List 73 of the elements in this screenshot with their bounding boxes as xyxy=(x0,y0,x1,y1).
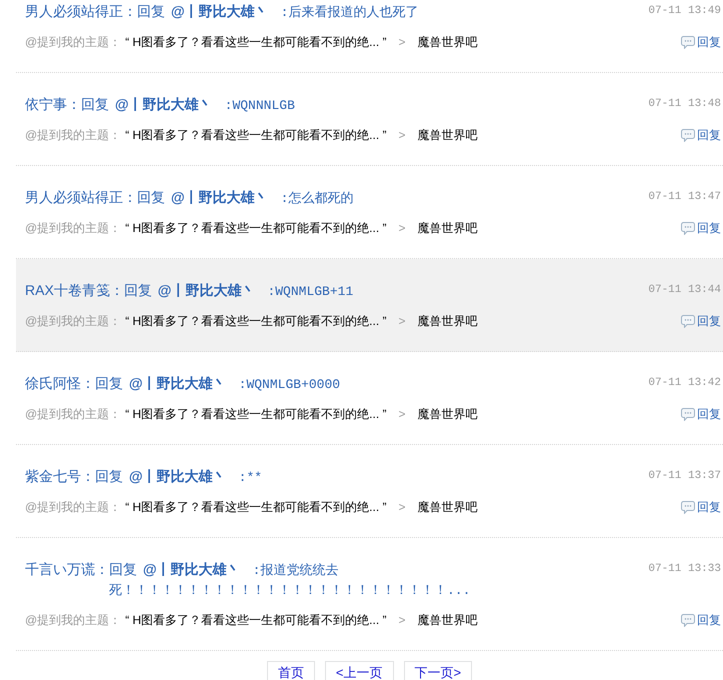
speech-bubble-icon xyxy=(681,222,695,234)
speech-bubble-icon xyxy=(681,408,695,420)
topic-label: @提到我的主题： xyxy=(25,313,122,330)
timestamp: 07-11 13:49 xyxy=(648,4,721,19)
speech-bubble-icon xyxy=(681,128,695,142)
separator: > xyxy=(398,34,406,51)
reply-message: 回复 @丨野比大雄丶 :报道党统统去死！！！！！！！！！！！！！！！！！！！！！！！！！... xyxy=(109,560,472,600)
topic-label: @提到我的主题： xyxy=(25,34,122,51)
speech-bubble-icon xyxy=(681,500,695,514)
page-link[interactable]: 下一页> xyxy=(404,661,472,680)
reply-link[interactable]: 回复 xyxy=(681,126,721,144)
reply-link[interactable]: 回复 xyxy=(681,219,721,237)
topic-label: @提到我的主题： xyxy=(25,406,122,423)
timestamp: 07-11 13:47 xyxy=(648,190,721,205)
separator: > xyxy=(398,220,406,237)
topic-label: @提到我的主题： xyxy=(25,127,122,144)
page-link[interactable]: 首页 xyxy=(266,661,315,680)
author-link[interactable]: 依宁事： xyxy=(25,95,81,113)
mention-link[interactable]: @丨野比大雄丶 xyxy=(171,189,269,205)
reply-link[interactable]: 回复 xyxy=(681,611,721,629)
topic-link[interactable]: “ H图看多了？看看这些一生都可能看不到的绝... ” xyxy=(125,219,387,237)
topic-link[interactable]: “ H图看多了？看看这些一生都可能看不到的绝... ” xyxy=(125,312,387,330)
mention-link[interactable]: @丨野比大雄丶 xyxy=(171,3,269,19)
forum-link[interactable]: 魔兽世界吧 xyxy=(418,126,478,144)
topic-link[interactable]: “ H图看多了？看看这些一生都可能看不到的绝... ” xyxy=(125,33,387,51)
timestamp: 07-11 13:37 xyxy=(648,469,721,484)
page-link[interactable]: <上一页 xyxy=(324,661,394,680)
reply-link[interactable]: 回复 xyxy=(681,33,721,51)
topic-link[interactable]: “ H图看多了？看看这些一生都可能看不到的绝... ” xyxy=(125,498,387,516)
forum-link[interactable]: 魔兽世界吧 xyxy=(418,312,478,330)
topic-link[interactable]: “ H图看多了？看看这些一生都可能看不到的绝... ” xyxy=(125,126,387,144)
author-link[interactable]: 千言い万谎： xyxy=(25,560,109,578)
separator: > xyxy=(398,313,406,330)
separator: > xyxy=(398,406,406,423)
author-link[interactable]: 男人必须站得正： xyxy=(25,188,137,206)
topic-label: @提到我的主题： xyxy=(25,499,122,516)
mention-link[interactable]: @丨野比大雄丶 xyxy=(143,561,241,577)
forum-link[interactable]: 魔兽世界吧 xyxy=(418,611,478,629)
topic-label: @提到我的主题： xyxy=(25,220,122,237)
reply-message: 回复 @丨野比大雄丶 :** xyxy=(95,467,264,487)
reply-message: 回复 @丨野比大雄丶 :WQNNNLGB xyxy=(81,95,296,115)
mention-link[interactable]: @丨野比大雄丶 xyxy=(129,468,227,484)
author-link[interactable]: 男人必须站得正： xyxy=(25,2,137,20)
mention-link[interactable]: @丨野比大雄丶 xyxy=(115,96,213,112)
timestamp: 07-11 13:42 xyxy=(648,376,721,391)
mention-link[interactable]: @丨野比大雄丶 xyxy=(158,282,256,298)
speech-bubble-icon xyxy=(681,614,695,626)
author-link[interactable]: 徐氏阿怪： xyxy=(25,374,95,392)
topic-label: @提到我的主题： xyxy=(25,612,122,629)
mention-link[interactable]: @丨野比大雄丶 xyxy=(129,375,227,391)
author-link[interactable]: 紫金七号： xyxy=(25,467,95,485)
reply-message: 回复 @丨野比大雄丶 :后来看报道的人也死了 xyxy=(137,2,420,22)
forum-link[interactable]: 魔兽世界吧 xyxy=(418,405,478,423)
topic-link[interactable]: “ H图看多了？看看这些一生都可能看不到的绝... ” xyxy=(125,611,387,629)
timestamp: 07-11 13:33 xyxy=(648,562,721,577)
speech-bubble-icon xyxy=(681,314,695,328)
forum-link[interactable]: 魔兽世界吧 xyxy=(418,219,478,237)
speech-bubble-icon xyxy=(681,36,695,48)
reply-message: 回复 @丨野比大雄丶 :WQNMLGB+0000 xyxy=(95,374,342,394)
author-link[interactable]: RAX十卷青笺： xyxy=(25,281,124,299)
separator: > xyxy=(398,499,406,516)
separator: > xyxy=(398,127,406,144)
timestamp: 07-11 13:44 xyxy=(648,283,721,298)
reply-link[interactable]: 回复 xyxy=(681,405,721,423)
reply-message: 回复 @丨野比大雄丶 :WQNMLGB+11 xyxy=(124,281,354,301)
forum-link[interactable]: 魔兽世界吧 xyxy=(418,498,478,516)
reply-message: 回复 @丨野比大雄丶 :怎么都死的 xyxy=(137,188,354,208)
reply-link[interactable]: 回复 xyxy=(681,312,721,330)
separator: > xyxy=(398,612,406,629)
timestamp: 07-11 13:48 xyxy=(648,97,721,112)
reply-link[interactable]: 回复 xyxy=(681,498,721,516)
topic-link[interactable]: “ H图看多了？看看这些一生都可能看不到的绝... ” xyxy=(125,405,387,423)
forum-link[interactable]: 魔兽世界吧 xyxy=(418,33,478,51)
